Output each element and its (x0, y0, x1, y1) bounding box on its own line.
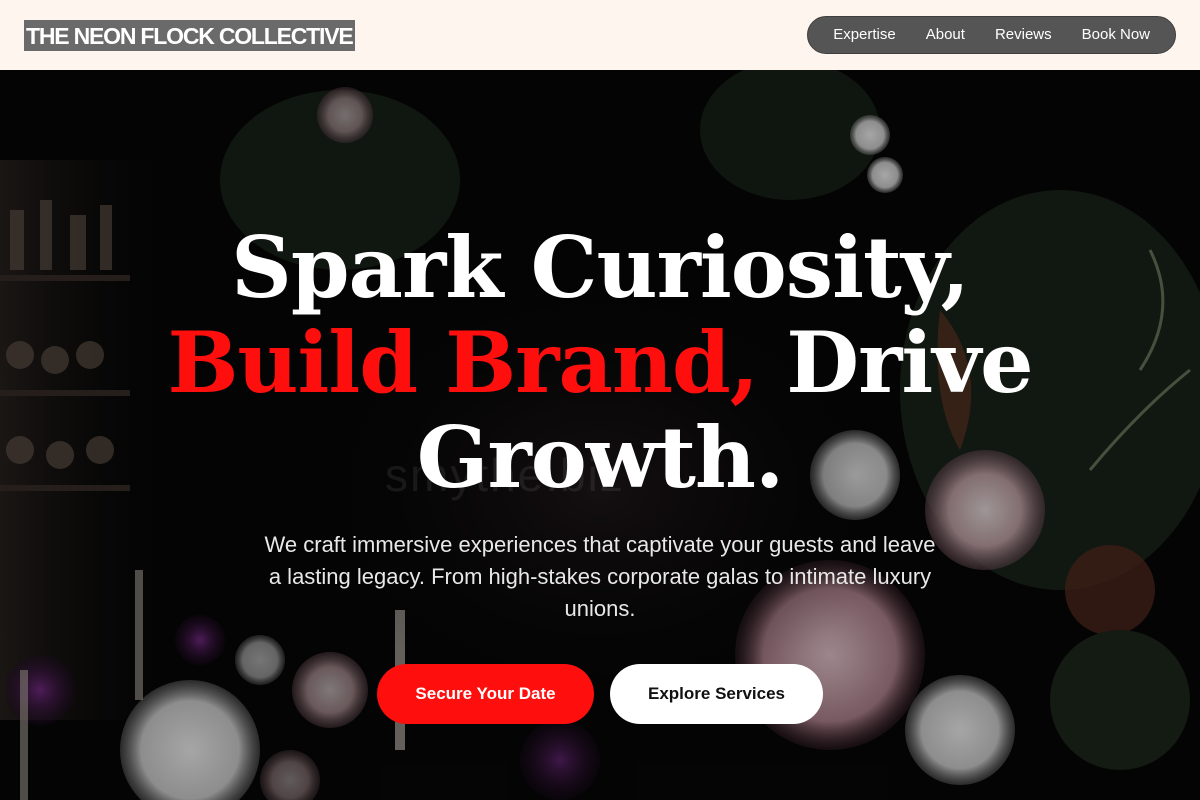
secure-your-date-button[interactable]: Secure Your Date (377, 664, 594, 724)
main-nav: Expertise About Reviews Book Now (807, 16, 1176, 54)
nav-link-book-now[interactable]: Book Now (1067, 16, 1165, 54)
site-logo[interactable]: THE NEON FLOCK COLLECTIVE (24, 19, 355, 51)
headline-line-3: Growth. (416, 408, 784, 507)
headline-line-2-rest: Drive (758, 313, 1033, 412)
hero-subtitle: We craft immersive experiences that capt… (264, 532, 936, 621)
headline-line-1: Spark Curiosity, (231, 218, 970, 317)
explore-services-button[interactable]: Explore Services (610, 664, 823, 724)
site-header: THE NEON FLOCK COLLECTIVE Expertise Abou… (0, 0, 1200, 70)
nav-link-expertise[interactable]: Expertise (818, 16, 911, 54)
hero-section: smythe.biz Spark Curiosity, Build Brand,… (0, 70, 1200, 800)
nav-link-reviews[interactable]: Reviews (980, 16, 1067, 54)
nav-link-about[interactable]: About (911, 16, 980, 54)
headline-accent: Build Brand, (167, 313, 759, 412)
headline-line-2: Build Brand, Drive (0, 315, 1200, 410)
hero-headline: Spark Curiosity, Build Brand, Drive Grow… (0, 220, 1200, 505)
